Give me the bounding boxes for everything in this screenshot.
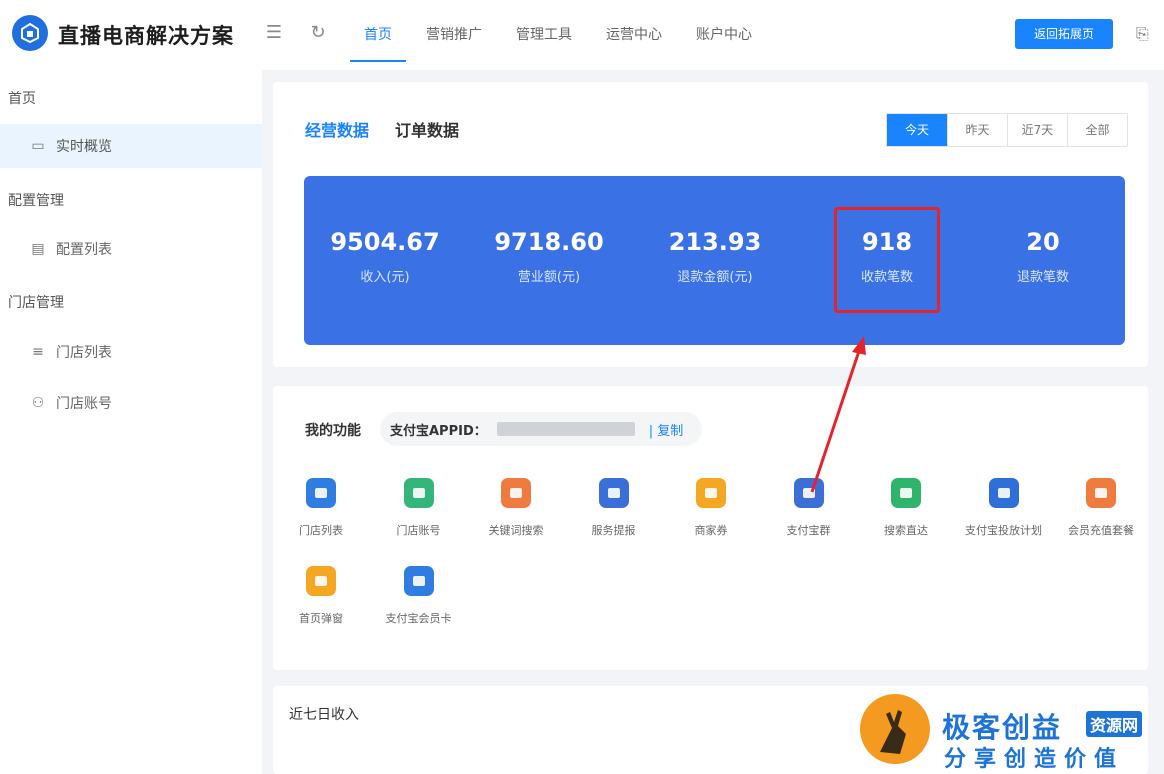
function-item[interactable]: 支付宝会员卡 bbox=[370, 566, 468, 626]
monitor-icon: ▭ bbox=[31, 138, 45, 154]
overview-card: 经营数据 订单数据 今天 昨天 近7天 全部 9504.67 收入(元) 971… bbox=[273, 82, 1148, 367]
nav-operations[interactable]: 运营中心 bbox=[592, 0, 676, 62]
highlight-box bbox=[834, 207, 940, 313]
sidebar-item-config-list[interactable]: ▤ 配置列表 bbox=[0, 227, 262, 271]
data-tabs: 经营数据 订单数据 bbox=[305, 117, 485, 141]
stat-label: 收入(元) bbox=[360, 270, 410, 285]
function-label: 首页弹窗 bbox=[299, 612, 343, 625]
copy-button[interactable]: | 复制 bbox=[649, 420, 684, 439]
sidebar-item-label: 配置列表 bbox=[56, 242, 112, 258]
nav-home[interactable]: 首页 bbox=[350, 0, 406, 62]
function-item[interactable]: 首页弹窗 bbox=[272, 566, 370, 626]
logout-icon[interactable]: ⎘ bbox=[1136, 24, 1149, 44]
sidebar-group-config: 配置管理 bbox=[8, 193, 64, 209]
nav-marketing[interactable]: 营销推广 bbox=[412, 0, 496, 62]
appid-value-masked bbox=[496, 422, 635, 436]
sidebar: 首页 ▭ 实时概览 配置管理 ▤ 配置列表 门店管理 ≡ 门店列表 ⚇ 门店账号 bbox=[0, 70, 262, 774]
tab-business-data[interactable]: 经营数据 bbox=[305, 117, 369, 141]
stat-label: 退款笔数 bbox=[1016, 270, 1069, 285]
stat-value: 9718.60 bbox=[494, 228, 604, 256]
sidebar-item-overview[interactable]: ▭ 实时概览 bbox=[0, 124, 262, 168]
function-item[interactable]: 门店账号 bbox=[370, 478, 468, 538]
chart-title: 近七日收入 bbox=[289, 707, 359, 723]
refresh-icon[interactable]: ↻ bbox=[308, 23, 328, 43]
function-label: 服务提报 bbox=[591, 524, 636, 537]
stat-value: 213.93 bbox=[668, 228, 762, 256]
sidebar-item-store-account[interactable]: ⚇ 门店账号 bbox=[0, 381, 262, 425]
sidebar-item-label: 门店列表 bbox=[56, 345, 112, 361]
user-icon: ⚇ bbox=[31, 395, 45, 411]
group-icon bbox=[793, 478, 824, 508]
range-all-button[interactable]: 全部 bbox=[1067, 114, 1127, 146]
store-icon bbox=[306, 478, 336, 508]
ad-icon bbox=[988, 478, 1019, 508]
range-7days-button[interactable]: 近7天 bbox=[1007, 114, 1067, 146]
service-report-icon bbox=[598, 478, 629, 508]
function-item[interactable]: 关键词搜索 bbox=[467, 478, 565, 538]
function-label: 支付宝会员卡 bbox=[385, 612, 452, 625]
function-label: 门店列表 bbox=[299, 524, 343, 537]
coupon-icon bbox=[696, 478, 726, 508]
sidebar-item-label: 门店账号 bbox=[56, 396, 112, 412]
list-icon: ≡ bbox=[32, 344, 44, 360]
watermark-title: 极客创益 bbox=[942, 711, 1063, 744]
logo-icon bbox=[12, 15, 48, 51]
search-direct-icon bbox=[891, 478, 921, 508]
function-item[interactable]: 支付宝群 bbox=[760, 478, 858, 538]
tab-order-data[interactable]: 订单数据 bbox=[395, 117, 459, 141]
functions-card: 我的功能 支付宝APPID： | 复制 门店列表 门店账号 关键词搜索 服务提报 商家券… bbox=[273, 386, 1148, 670]
sidebar-group-store: 门店管理 bbox=[8, 295, 64, 311]
stat-refund-count: 20 退款笔数 bbox=[968, 228, 1118, 285]
stat-turnover: 9718.60 营业额(元) bbox=[474, 228, 624, 285]
stats-panel: 9504.67 收入(元) 9718.60 营业额(元) 213.93 退款金额… bbox=[304, 176, 1125, 345]
function-label: 搜索直达 bbox=[884, 524, 928, 537]
menu-collapse-icon[interactable]: ☰ bbox=[264, 23, 284, 43]
function-label: 商家券 bbox=[694, 524, 728, 537]
function-label: 关键词搜索 bbox=[488, 524, 544, 537]
sidebar-item-store-list[interactable]: ≡ 门店列表 bbox=[0, 330, 262, 374]
function-item[interactable]: 会员充值套餐 bbox=[1052, 478, 1150, 538]
function-item[interactable]: 门店列表 bbox=[272, 478, 370, 538]
top-bar: 直播电商解决方案 ☰ ↻ 首页 营销推广 管理工具 运营中心 账户中心 返回拓展… bbox=[0, 0, 1164, 70]
stat-value: 9504.67 bbox=[330, 228, 440, 256]
main-nav: 首页 营销推广 管理工具 运营中心 账户中心 bbox=[350, 0, 772, 70]
keyword-search-icon bbox=[501, 478, 531, 508]
function-label: 会员充值套餐 bbox=[1068, 524, 1134, 537]
popup-icon bbox=[306, 566, 336, 596]
function-label: 支付宝投放计划 bbox=[965, 524, 1042, 537]
document-icon: ▤ bbox=[31, 241, 45, 257]
stat-value: 20 bbox=[1026, 228, 1060, 256]
function-label: 门店账号 bbox=[396, 524, 441, 537]
range-today-button[interactable]: 今天 bbox=[887, 114, 947, 146]
watermark-subtitle: 分享创造价值 bbox=[944, 747, 1125, 772]
return-button[interactable]: 返回拓展页 bbox=[1015, 19, 1113, 49]
nav-tools[interactable]: 管理工具 bbox=[502, 0, 586, 62]
function-label: 支付宝群 bbox=[786, 524, 831, 537]
stat-income: 9504.67 收入(元) bbox=[310, 228, 460, 285]
function-item[interactable]: 服务提报 bbox=[565, 478, 663, 538]
sidebar-group-home: 首页 bbox=[8, 91, 36, 107]
function-item[interactable]: 搜索直达 bbox=[857, 478, 955, 538]
nav-account[interactable]: 账户中心 bbox=[682, 0, 766, 62]
appid-label: 支付宝APPID： bbox=[390, 423, 487, 439]
appid-box: 支付宝APPID： | 复制 bbox=[380, 412, 702, 446]
deer-logo-icon bbox=[860, 694, 930, 764]
store-account-icon bbox=[403, 478, 434, 508]
stat-label: 退款金额(元) bbox=[677, 270, 753, 285]
function-item[interactable]: 支付宝投放计划 bbox=[955, 478, 1053, 538]
member-package-icon bbox=[1086, 478, 1116, 508]
sidebar-item-label: 实时概览 bbox=[56, 139, 112, 155]
brand-title: 直播电商解决方案 bbox=[58, 24, 234, 48]
range-yesterday-button[interactable]: 昨天 bbox=[947, 114, 1007, 146]
function-item[interactable]: 商家券 bbox=[662, 478, 760, 538]
stat-label: 营业额(元) bbox=[517, 270, 581, 285]
member-card-icon bbox=[403, 566, 434, 596]
watermark-tag: 资源网 bbox=[1086, 711, 1143, 737]
stat-refund-amount: 213.93 退款金额(元) bbox=[640, 228, 790, 285]
functions-title: 我的功能 bbox=[305, 423, 361, 439]
date-range-selector: 今天 昨天 近7天 全部 bbox=[886, 113, 1128, 147]
